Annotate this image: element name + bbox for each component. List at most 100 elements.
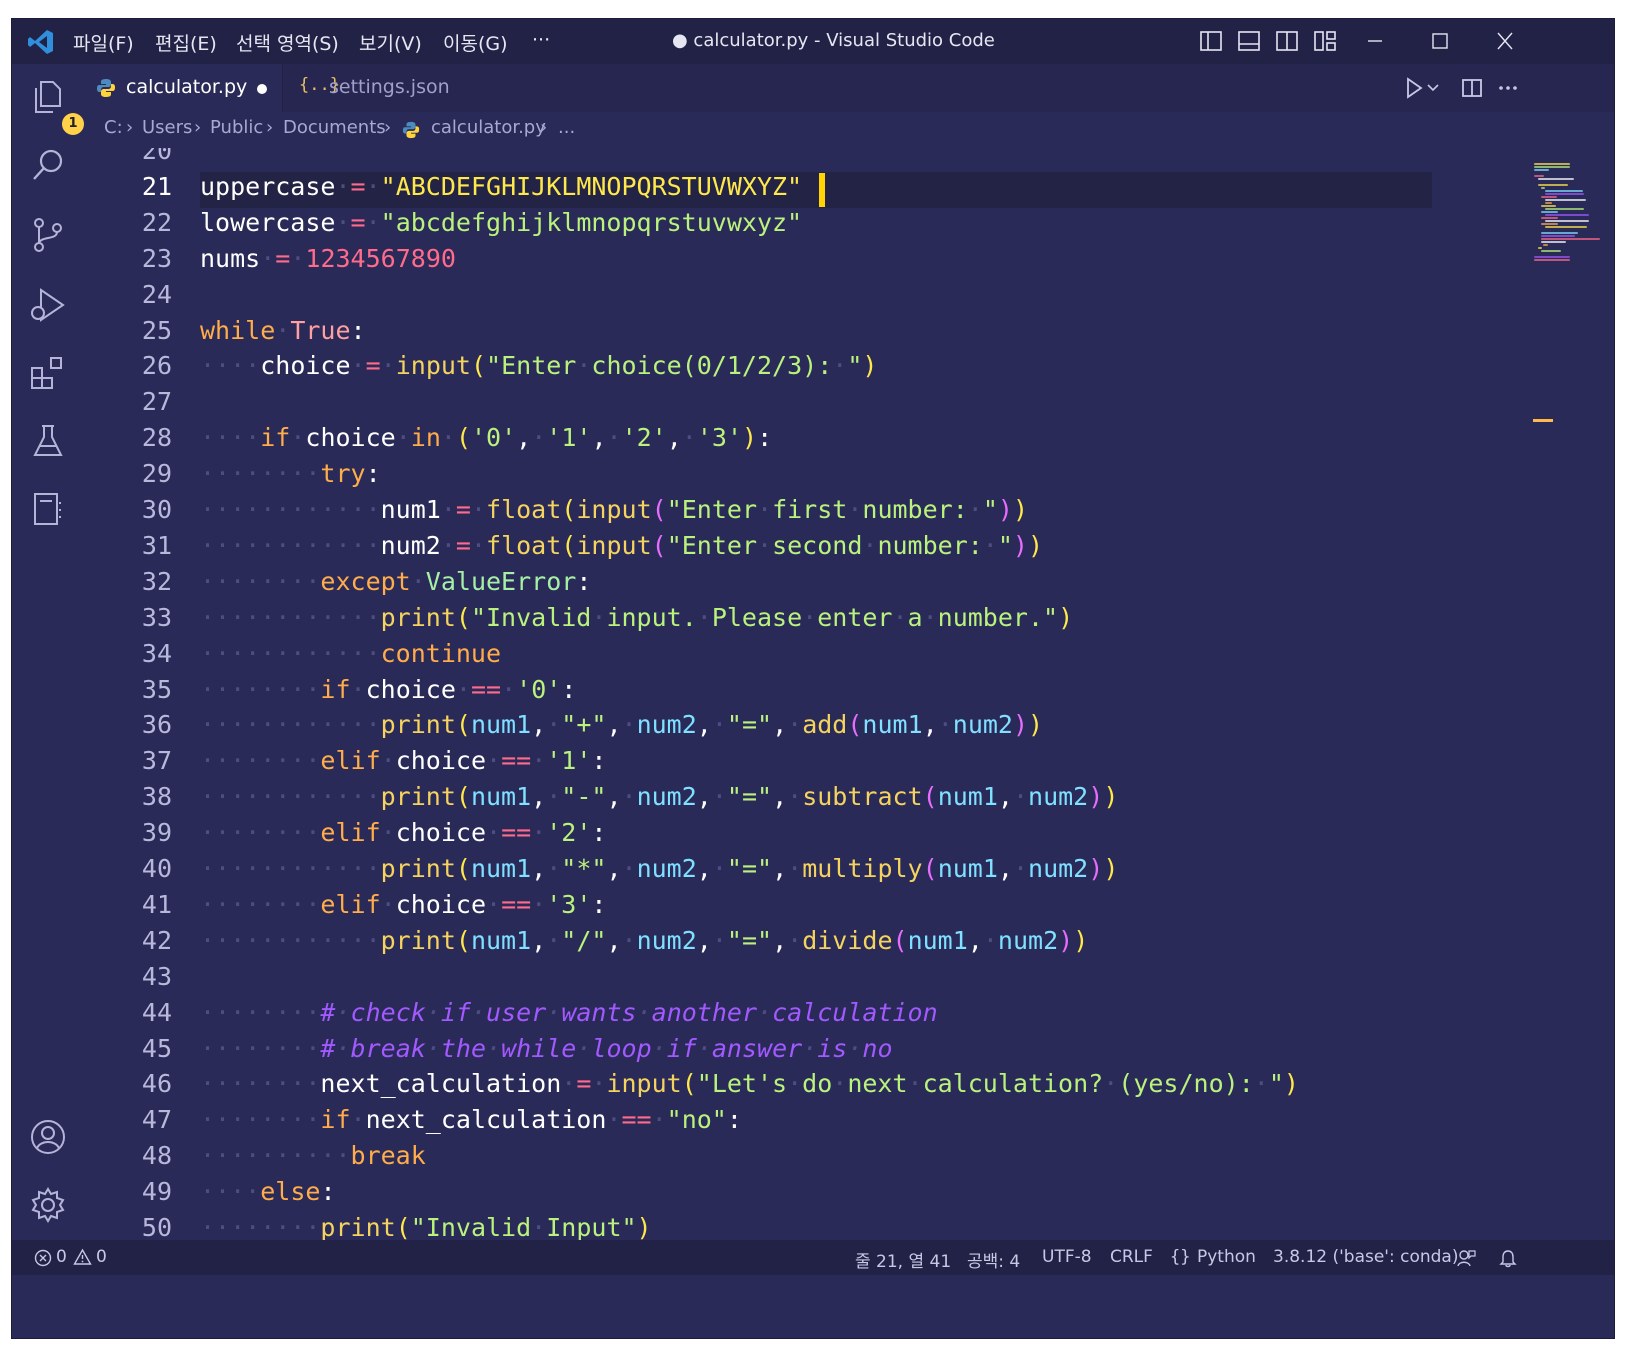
line-number: 26 [141, 351, 172, 381]
code-line[interactable]: nums·=·1234567890 [200, 244, 456, 280]
code-line[interactable]: ········if·next_calculation·==·"no": [200, 1105, 742, 1141]
minimap-line [1544, 193, 1585, 195]
breadcrumb-users[interactable]: Users [142, 117, 192, 138]
language-mode[interactable]: Python [1197, 1247, 1256, 1267]
menu-view[interactable]: 보기(V) [359, 29, 422, 56]
files-icon [35, 81, 61, 113]
toggle-primary-sidebar-icon[interactable] [1200, 31, 1222, 51]
code-line[interactable]: ············num1·=·float(input("Enter·fi… [200, 495, 1028, 531]
source-control-button[interactable] [29, 216, 67, 254]
code-line[interactable]: ············continue [200, 639, 501, 675]
source-control-icon [34, 218, 62, 252]
warning-icon[interactable] [73, 1248, 92, 1266]
minimap[interactable] [1532, 148, 1614, 1240]
language-braces-icon: {} [1170, 1247, 1191, 1267]
breadcrumb-drive[interactable]: C: [104, 117, 123, 138]
line-number: 37 [141, 746, 172, 776]
breadcrumb-symbol[interactable]: ... [558, 117, 575, 138]
explorer-button[interactable]: 1 [29, 78, 84, 135]
error-icon[interactable] [34, 1249, 52, 1267]
line-number: 31 [141, 530, 172, 560]
minimap-line [1534, 163, 1570, 165]
menu-selection[interactable]: 선택 영역(S) [236, 29, 339, 56]
manage-button[interactable] [29, 1186, 67, 1224]
minimap-line [1544, 226, 1588, 228]
chevron-right-icon: › [126, 117, 134, 138]
code-line[interactable]: ····else: [200, 1177, 336, 1213]
code-line[interactable]: ············num2·=·float(input("Enter·se… [200, 531, 1043, 567]
line-number: 45 [141, 1033, 172, 1063]
code-line[interactable]: ····choice·=·input("Enter·choice(0/1/2/3… [200, 351, 877, 387]
toggle-secondary-sidebar-icon[interactable] [1276, 31, 1298, 51]
code-line[interactable]: uppercase·=·"ABCDEFGHIJKLMNOPQRSTUVWXYZ" [200, 172, 802, 208]
tab-settings-json[interactable]: {..} settings.json [282, 64, 463, 112]
code-line[interactable]: ········next_calculation·=·input("Let's·… [200, 1069, 1299, 1105]
code-line[interactable]: ········except·ValueError: [200, 567, 591, 603]
code-line[interactable]: ········#·check·if·user·wants·another·ca… [200, 998, 938, 1034]
line-number: 25 [141, 315, 172, 345]
error-count[interactable]: 0 [56, 1247, 67, 1267]
minimap-line [1541, 196, 1558, 198]
editor-tabs: calculator.py {..} settings.json [84, 64, 1614, 112]
breadcrumb-documents[interactable]: Documents [283, 117, 386, 138]
cursor-position[interactable]: 줄 21, 열 41 [855, 1247, 951, 1272]
end-of-line[interactable]: CRLF [1110, 1247, 1153, 1267]
code-line[interactable]: ········try: [200, 459, 381, 495]
encoding[interactable]: UTF-8 [1042, 1247, 1092, 1267]
notifications-bell-icon[interactable] [1498, 1248, 1518, 1268]
run-debug-button[interactable] [29, 286, 67, 324]
notebook-button[interactable] [29, 490, 67, 528]
minimap-scroll-marker [1533, 419, 1553, 422]
code-line[interactable]: while·True: [200, 316, 366, 352]
code-line[interactable]: lowercase·=·"abcdefghijklmnopqrstuvwxyz" [200, 208, 802, 244]
minimize-icon[interactable] [1360, 27, 1390, 55]
code-line[interactable]: ············print("Invalid·input.·Please… [200, 603, 1073, 639]
code-line[interactable]: ········if·choice·==·'0': [200, 675, 576, 711]
vscode-logo-icon [28, 30, 53, 54]
breadcrumb-file[interactable]: calculator.py [431, 117, 546, 138]
indentation[interactable]: 공백: 4 [967, 1247, 1020, 1272]
menu-go[interactable]: 이동(G) [443, 29, 508, 56]
line-number: 29 [141, 459, 172, 489]
code-line[interactable]: ············print(num1,·"+",·num2,·"=",·… [200, 710, 1043, 746]
code-line[interactable]: ········#·break·the·while·loop·if·answer… [200, 1034, 893, 1070]
code-line[interactable]: ············print(num1,·"/",·num2,·"=",·… [200, 926, 1088, 962]
breadcrumb-public[interactable]: Public [210, 117, 263, 138]
code-line[interactable]: ··········break [200, 1141, 426, 1177]
menu-edit[interactable]: 편집(E) [155, 29, 217, 56]
maximize-icon[interactable] [1425, 27, 1455, 55]
toggle-panel-icon[interactable] [1238, 31, 1260, 51]
modified-dot-icon[interactable] [257, 84, 267, 94]
tab-calculator-py[interactable]: calculator.py [84, 64, 282, 112]
python-interpreter[interactable]: 3.8.12 ('base': conda) [1273, 1247, 1458, 1267]
chevron-down-icon[interactable] [1426, 76, 1440, 100]
more-actions-icon[interactable] [1496, 76, 1520, 100]
code-line[interactable]: ············print(num1,·"*",·num2,·"=",·… [200, 854, 1118, 890]
code-line[interactable]: ····if·choice·in·('0',·'1',·'2',·'3'): [200, 423, 772, 459]
minimap-line [1541, 223, 1559, 225]
code-line[interactable]: ········elif·choice·==·'3': [200, 890, 606, 926]
warning-count[interactable]: 0 [96, 1247, 107, 1267]
tab-label: calculator.py [126, 76, 248, 98]
feedback-icon[interactable] [1456, 1248, 1476, 1268]
code-line[interactable]: ········elif·choice·==·'2': [200, 818, 606, 854]
accounts-button[interactable] [29, 1118, 67, 1156]
run-python-file-icon[interactable] [1402, 76, 1426, 100]
menu-file[interactable]: 파일(F) [73, 29, 134, 56]
extensions-button[interactable] [29, 354, 67, 392]
code-line[interactable]: ········print("Invalid·Input") [200, 1213, 652, 1240]
minimap-line [1541, 211, 1559, 213]
code-line[interactable]: ············print(num1,·"-",·num2,·"=",·… [200, 782, 1118, 818]
testing-button[interactable] [29, 422, 67, 460]
minimap-line [1541, 205, 1557, 207]
close-icon[interactable] [1490, 27, 1520, 55]
split-editor-icon[interactable] [1460, 76, 1484, 100]
search-button[interactable] [29, 146, 67, 184]
minimap-line [1541, 232, 1579, 234]
code-line[interactable]: ········elif·choice·==·'1': [200, 746, 606, 782]
code-area[interactable]: uppercase·=·"ABCDEFGHIJKLMNOPQRSTUVWXYZ"… [200, 148, 1530, 1240]
menu-more[interactable]: ··· [532, 29, 550, 51]
line-number: 23 [141, 243, 172, 273]
customize-layout-icon[interactable] [1314, 31, 1336, 51]
code-editor[interactable]: 20 21 22 23 24 25 26 27 28 29 30 31 32 33 34 35 36 37 38 39… [84, 148, 1532, 1240]
